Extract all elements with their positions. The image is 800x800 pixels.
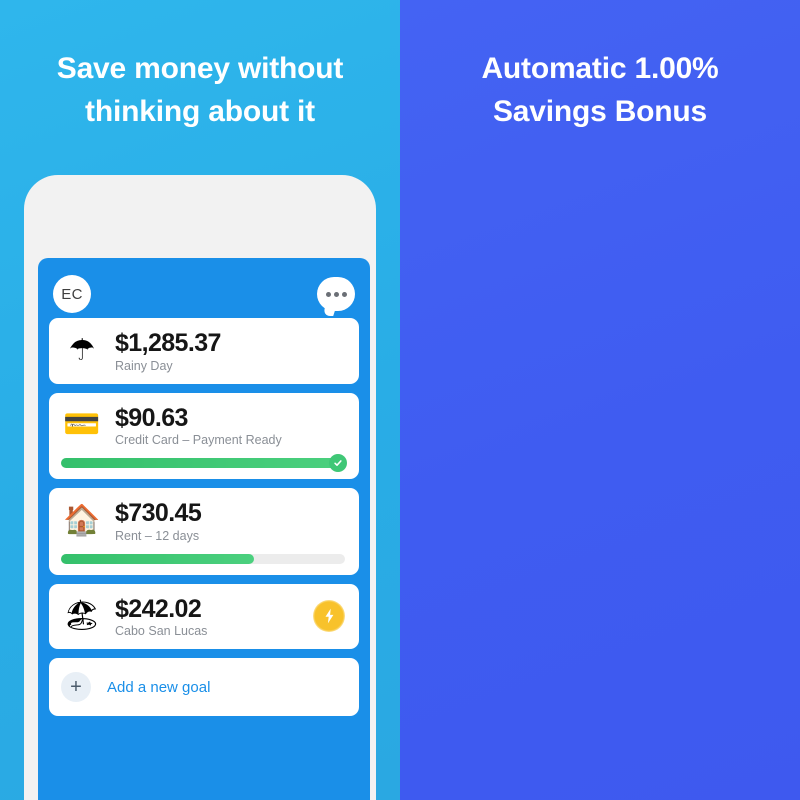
umbrella-icon: ☂ [68,332,96,368]
right-promo-panel: Automatic 1.00% Savings Bonus 1% 18 days… [400,0,800,800]
dot-icon [341,291,347,297]
goal-label: Cabo San Lucas [115,624,208,638]
house-icon: 🏠 [63,502,101,538]
dot-icon [333,291,339,297]
goal-amount: $90.63 [115,403,188,432]
goal-amount: $1,285.37 [115,329,221,357]
goal-label: Rainy Day [115,358,173,373]
goal-progress-fill [61,458,345,468]
check-icon [329,454,347,472]
goal-card-text: $1,285.37 Rainy Day [115,329,345,373]
add-new-goal-button[interactable]: + Add a new goal [49,658,359,716]
screenshot-root: Save money without thinking about it EC … [0,0,800,800]
goal-progress-bar [61,454,347,472]
goal-card-text: $90.63 Credit Card – Payment Ready [115,404,345,448]
left-headline: Save money without thinking about it [56,52,344,128]
goal-card-main: 🏖 $242.02 Cabo San Lucas [61,595,345,639]
goal-label: Rent – 12 days [115,528,200,543]
beach-umbrella-icon: 🏖 [62,598,102,634]
goal-progress-bar [61,553,345,564]
credit-card-icon: 💳 [63,407,101,443]
left-promo-panel: Save money without thinking about it EC … [0,0,400,800]
avatar[interactable]: EC [53,275,91,313]
goal-card[interactable]: ☂ $1,285.37 Rainy Day [49,318,359,384]
goal-card-main: 🏠 $730.45 Rent – 12 days [61,499,345,543]
dot-icon [325,291,331,297]
goals-app-screen: EC ☂ $1,285.37 Rainy Day 💳 $90.63 Credit… [38,258,370,800]
goal-amount: $242.02 [115,594,202,623]
goal-card-main: 💳 $90.63 Credit Card – Payment Ready [61,404,345,448]
add-new-goal-label: Add a new goal [107,678,211,696]
right-headline: Automatic 1.00% Savings Bonus [481,52,719,128]
app-topbar: EC [49,270,359,318]
goal-label: Credit Card – Payment Ready [115,433,282,447]
plus-icon: + [61,672,91,702]
goal-card-text: $242.02 Cabo San Lucas [115,595,295,639]
goal-card[interactable]: 🏖 $242.02 Cabo San Lucas [49,583,359,649]
chat-bubble-icon[interactable] [317,277,355,311]
left-phone-frame: EC ☂ $1,285.37 Rainy Day 💳 $90.63 Credit… [24,175,376,800]
lightning-bolt-icon[interactable] [313,600,345,633]
goal-card-text: $730.45 Rent – 12 days [115,499,345,543]
goal-card[interactable]: 💳 $90.63 Credit Card – Payment Ready [49,392,359,479]
goal-card-main: ☂ $1,285.37 Rainy Day [61,329,345,373]
goal-progress-fill [61,553,255,564]
goal-card[interactable]: 🏠 $730.45 Rent – 12 days [49,488,359,575]
goal-amount: $730.45 [115,499,202,527]
